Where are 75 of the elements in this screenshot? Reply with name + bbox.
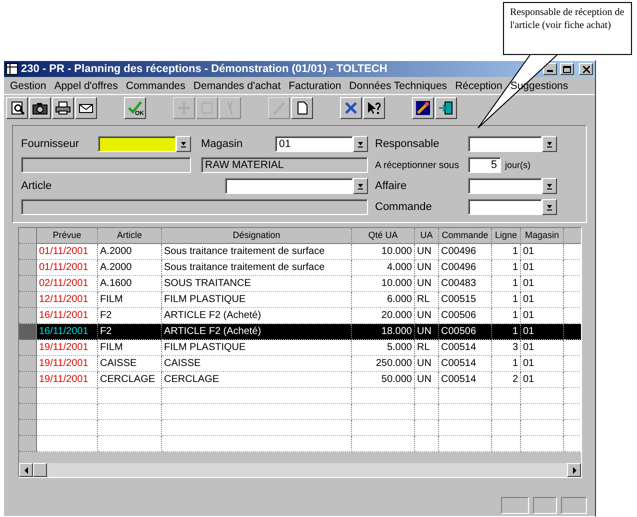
close-icon <box>582 66 590 72</box>
preview-icon <box>9 100 25 116</box>
dropdown-button[interactable] <box>542 178 557 194</box>
horizontal-scrollbar[interactable] <box>19 463 581 477</box>
dropdown-button[interactable] <box>542 199 557 215</box>
table-row[interactable]: 19/11/2001 CAISSE CAISSE 250.000 UN C00514 1 01 <box>19 356 581 372</box>
toolbar-button[interactable] <box>6 97 28 119</box>
menu-item[interactable]: Réception <box>451 80 506 92</box>
field-label: Magasin <box>201 138 244 150</box>
exit-icon <box>438 100 454 116</box>
scroll-thumb[interactable] <box>33 463 47 477</box>
field-label: Commande <box>375 201 433 213</box>
menu-item[interactable]: Gestion <box>6 80 50 92</box>
help-pointer-icon <box>366 100 382 116</box>
toolbar-button[interactable] <box>412 97 434 119</box>
combo-field[interactable] <box>468 136 542 152</box>
right-arrow-icon <box>570 466 578 474</box>
toolbar-button[interactable] <box>291 97 313 119</box>
unit-label: jour(s) <box>505 160 531 170</box>
field-label: Responsable <box>375 138 440 150</box>
menu-item[interactable]: Demandes d'achat <box>189 80 285 92</box>
down-arrow-icon <box>180 140 187 148</box>
down-arrow-icon <box>546 204 553 210</box>
dropdown-button[interactable] <box>353 178 368 194</box>
table-row[interactable]: 02/11/2001 A.1600 SOUS TRAITANCE 10.000 UN C00483 1 01 <box>19 276 581 292</box>
combo-field[interactable] <box>468 178 542 194</box>
menu-item[interactable]: Commandes <box>122 80 190 92</box>
combo-field[interactable] <box>468 199 542 215</box>
status-panel <box>533 496 557 514</box>
table-row[interactable]: 12/11/2001 FILM FILM PLASTIQUE 6.000 RL C00515 1 01 <box>19 292 581 308</box>
left-arrow-icon <box>22 466 30 474</box>
table-row[interactable]: 16/11/2001 F2 ARTICLE F2 (Acheté) 20.000 UN C00506 1 01 <box>19 308 581 324</box>
callout-note: Responsable de réception de l'article (voir fiche achat) <box>503 2 632 55</box>
app-icon <box>6 63 18 75</box>
combo-field[interactable]: 01 <box>275 136 353 152</box>
maximize-icon <box>563 66 571 72</box>
toolbar-button[interactable] <box>75 97 97 119</box>
dropdown-button[interactable] <box>353 136 368 152</box>
dropdown-button[interactable] <box>542 136 557 152</box>
status-panel <box>561 496 587 514</box>
printer-icon <box>55 100 71 116</box>
down-arrow-icon <box>357 140 364 148</box>
field-label: Affaire <box>375 180 408 192</box>
days-input[interactable]: 5 <box>468 157 501 173</box>
down-arrow-icon <box>357 182 364 190</box>
combo-field[interactable] <box>98 136 176 152</box>
scroll-right-button[interactable] <box>567 463 581 477</box>
scroll-left-button[interactable] <box>19 463 33 477</box>
field-label: A réceptionner sous <box>375 160 460 170</box>
window-title: 230 - PR - Planning des réceptions - Démonstration (01/01) - TOLTECH <box>21 63 388 75</box>
down-arrow-icon <box>546 140 553 148</box>
menu-item[interactable]: Données Techniques <box>345 80 452 92</box>
toolbar-button[interactable] <box>435 97 457 119</box>
toolbar-button[interactable] <box>52 97 74 119</box>
close-button[interactable] <box>579 63 593 75</box>
combo-field[interactable] <box>225 178 353 194</box>
table-row[interactable]: 19/11/2001 CERCLAGE CERCLAGE 50.000 UN C00514 2 01 <box>19 372 581 388</box>
maximize-button[interactable] <box>560 63 574 75</box>
down-arrow-icon <box>546 182 553 190</box>
menu-item[interactable]: Facturation <box>284 80 346 92</box>
toolbar-button[interactable] <box>340 97 362 119</box>
dropdown-button[interactable] <box>176 136 191 152</box>
field-label: Fournisseur <box>21 138 80 150</box>
toolbar-button[interactable] <box>363 97 385 119</box>
toolbar-button[interactable] <box>29 97 51 119</box>
table-row[interactable]: 01/11/2001 A.2000 Sous traitance traitement de surface 4.000 UN C00496 1 01 <box>19 260 581 276</box>
checkmark-icon <box>127 100 143 116</box>
menu-item[interactable]: Appel d'offres <box>50 80 122 92</box>
table-row[interactable]: 16/11/2001 F2 ARTICLE F2 (Acheté) 18.000 UN C00506 1 01 <box>19 324 581 340</box>
table-row[interactable]: 19/11/2001 FILM FILM PLASTIQUE 5.000 RL C00514 3 01 <box>19 340 581 356</box>
field-label: Article <box>21 180 53 192</box>
camera-icon <box>32 100 48 116</box>
readonly-field: RAW MATERIAL <box>201 157 368 173</box>
status-panel <box>501 496 529 514</box>
table-row[interactable]: 01/11/2001 A.2000 Sous traitance traitement de surface 10.000 UN C00496 1 01 <box>19 244 581 260</box>
